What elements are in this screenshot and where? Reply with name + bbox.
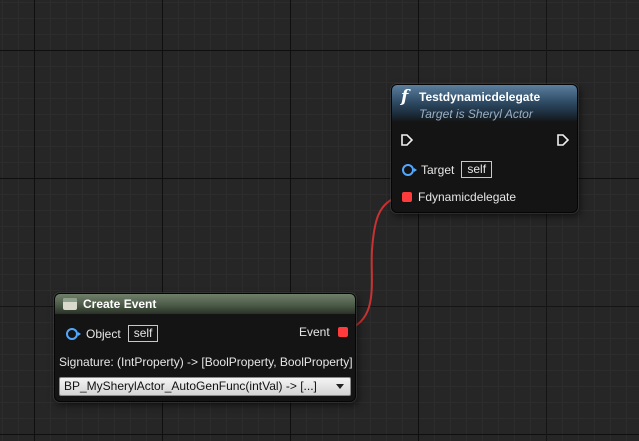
function-select-dropdown[interactable]: BP_MySherylActor_AutoGenFunc(intVal) -> … <box>59 377 351 396</box>
chevron-down-icon <box>336 384 344 389</box>
target-self-field[interactable]: self <box>461 161 493 178</box>
blueprint-graph-canvas[interactable]: f Testdynamicdelegate Target is Sheryl A… <box>0 0 639 441</box>
delegate-pin-icon[interactable] <box>402 192 412 202</box>
event-pin-row[interactable]: Event <box>299 325 348 339</box>
exec-in-icon <box>401 134 413 146</box>
target-label: Target <box>421 162 455 177</box>
object-pin-row[interactable]: Object self <box>66 325 159 342</box>
exec-out-icon <box>557 134 569 146</box>
function-icon: f <box>401 87 409 107</box>
event-delegate-pin-icon[interactable] <box>337 327 348 337</box>
object-label: Object <box>86 326 121 341</box>
function-node-testdynamicdelegate[interactable]: f Testdynamicdelegate Target is Sheryl A… <box>391 84 578 213</box>
create-event-node[interactable]: Create Event Object self Event Signature… <box>54 293 356 402</box>
function-node-subtitle: Target is Sheryl Actor <box>419 107 533 121</box>
event-label: Event <box>299 325 330 339</box>
signature-text: Signature: (IntProperty) -> [BoolPropert… <box>59 355 353 369</box>
function-node-header[interactable]: f Testdynamicdelegate Target is Sheryl A… <box>392 85 577 122</box>
function-node-title: Testdynamicdelegate <box>419 90 541 104</box>
delegate-label: Fdynamicdelegate <box>418 190 517 204</box>
target-pin-row[interactable]: Target self <box>402 161 493 178</box>
object-pin-icon[interactable] <box>402 163 417 176</box>
event-node-icon <box>63 298 77 310</box>
object-self-field[interactable]: self <box>127 325 159 342</box>
exec-in-pin[interactable] <box>401 134 413 146</box>
function-select-value: BP_MySherylActor_AutoGenFunc(intVal) -> … <box>64 379 317 393</box>
exec-out-pin[interactable] <box>557 134 569 146</box>
delegate-pin-row[interactable]: Fdynamicdelegate <box>402 190 516 204</box>
create-event-title: Create Event <box>83 297 157 311</box>
object-pin-icon[interactable] <box>66 327 81 340</box>
create-event-header[interactable]: Create Event <box>55 294 355 314</box>
